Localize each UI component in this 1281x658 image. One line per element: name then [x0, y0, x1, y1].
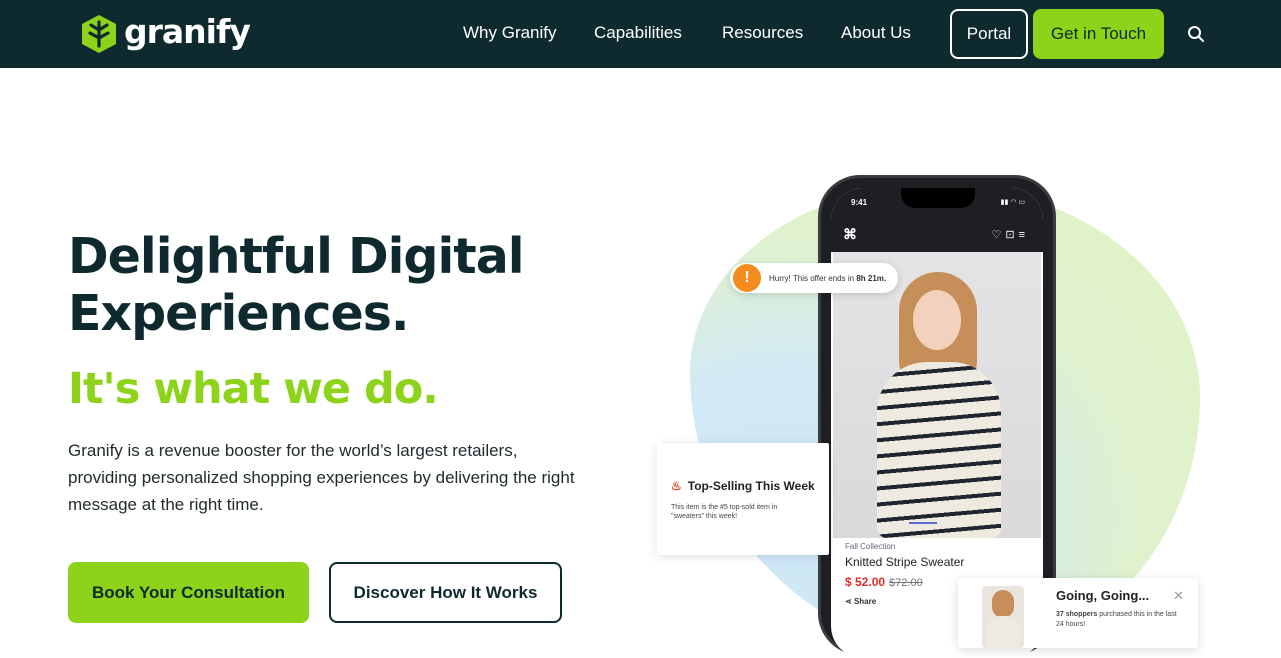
share-label: Share: [853, 597, 877, 606]
nav-link-about-us[interactable]: About Us: [841, 23, 911, 43]
top-selling-card: ♨ Top-Selling This Week This item is the …: [657, 443, 829, 555]
nav-link-why-granify[interactable]: Why Granify: [463, 23, 557, 43]
going-description: 37 shoppers purchased this in the last 2…: [1056, 610, 1186, 630]
product-price: $ 52.00: [845, 575, 886, 589]
granify-leaf-icon: [82, 15, 116, 53]
close-icon[interactable]: ✕: [1173, 588, 1184, 604]
top-selling-title-row: ♨ Top-Selling This Week: [671, 479, 815, 493]
thumb-hair: [992, 590, 1014, 618]
phone-notch: [901, 188, 975, 208]
top-nav: granify Why Granify Capabilities Resourc…: [0, 0, 1281, 68]
fire-icon: ♨: [671, 479, 682, 493]
model-face: [913, 290, 961, 350]
portal-button[interactable]: Portal: [950, 9, 1028, 59]
hurry-text: Hurry! This offer ends in 8h 21m.: [769, 274, 886, 283]
hero-title: Delightful Digital Experiences.: [68, 228, 525, 342]
app-header: 9:41 ▮▮ ◠ ▭ ⌘ ♡⊡≡: [831, 188, 1043, 252]
model-sweater: [877, 362, 1001, 538]
going-title: Going, Going...: [1056, 588, 1150, 603]
store-header-icons: ♡⊡≡: [991, 229, 1029, 241]
image-indicator: [909, 522, 937, 524]
product-photo: [833, 252, 1041, 538]
going-count: 37 shoppers: [1056, 611, 1098, 618]
share-icon: ⋖: [845, 597, 852, 606]
hurry-offer-popup: ! Hurry! This offer ends in 8h 21m.: [730, 263, 898, 293]
hurry-prefix: Hurry! This offer ends in: [769, 273, 855, 283]
top-selling-title: Top-Selling This Week: [687, 479, 815, 493]
product-old-price: $72.00: [889, 577, 923, 589]
hurry-time: 8h 21m.: [856, 273, 887, 283]
get-in-touch-button[interactable]: Get in Touch: [1033, 9, 1164, 59]
top-selling-description: This item is the #5 top-sold item in "sw…: [671, 504, 778, 520]
store-logo-icon: ⌘: [843, 226, 857, 242]
status-time: 9:41: [851, 198, 868, 207]
thumb-sweater: [986, 616, 1020, 648]
product-collection: Fall Collection: [845, 542, 896, 551]
book-consultation-button[interactable]: Book Your Consultation: [68, 562, 309, 623]
nav-link-resources[interactable]: Resources: [722, 23, 803, 43]
granify-logo[interactable]: granify: [80, 11, 251, 54]
hero-description: Granify is a revenue booster for the wor…: [68, 441, 575, 514]
going-thumbnail: [982, 586, 1024, 648]
going-going-popup: Going, Going... ✕ 37 shoppers purchased …: [958, 578, 1198, 648]
logo-wordmark: granify: [124, 11, 251, 51]
nav-link-capabilities[interactable]: Capabilities: [594, 23, 682, 43]
discover-how-it-works-button[interactable]: Discover How It Works: [329, 562, 562, 623]
status-signal-icon: ▮▮ ◠ ▭: [1000, 199, 1025, 206]
search-icon[interactable]: [1186, 24, 1206, 44]
hero-subtitle: It's what we do.: [68, 364, 439, 414]
alert-icon: !: [733, 264, 761, 292]
product-name: Knitted Stripe Sweater: [845, 555, 965, 569]
